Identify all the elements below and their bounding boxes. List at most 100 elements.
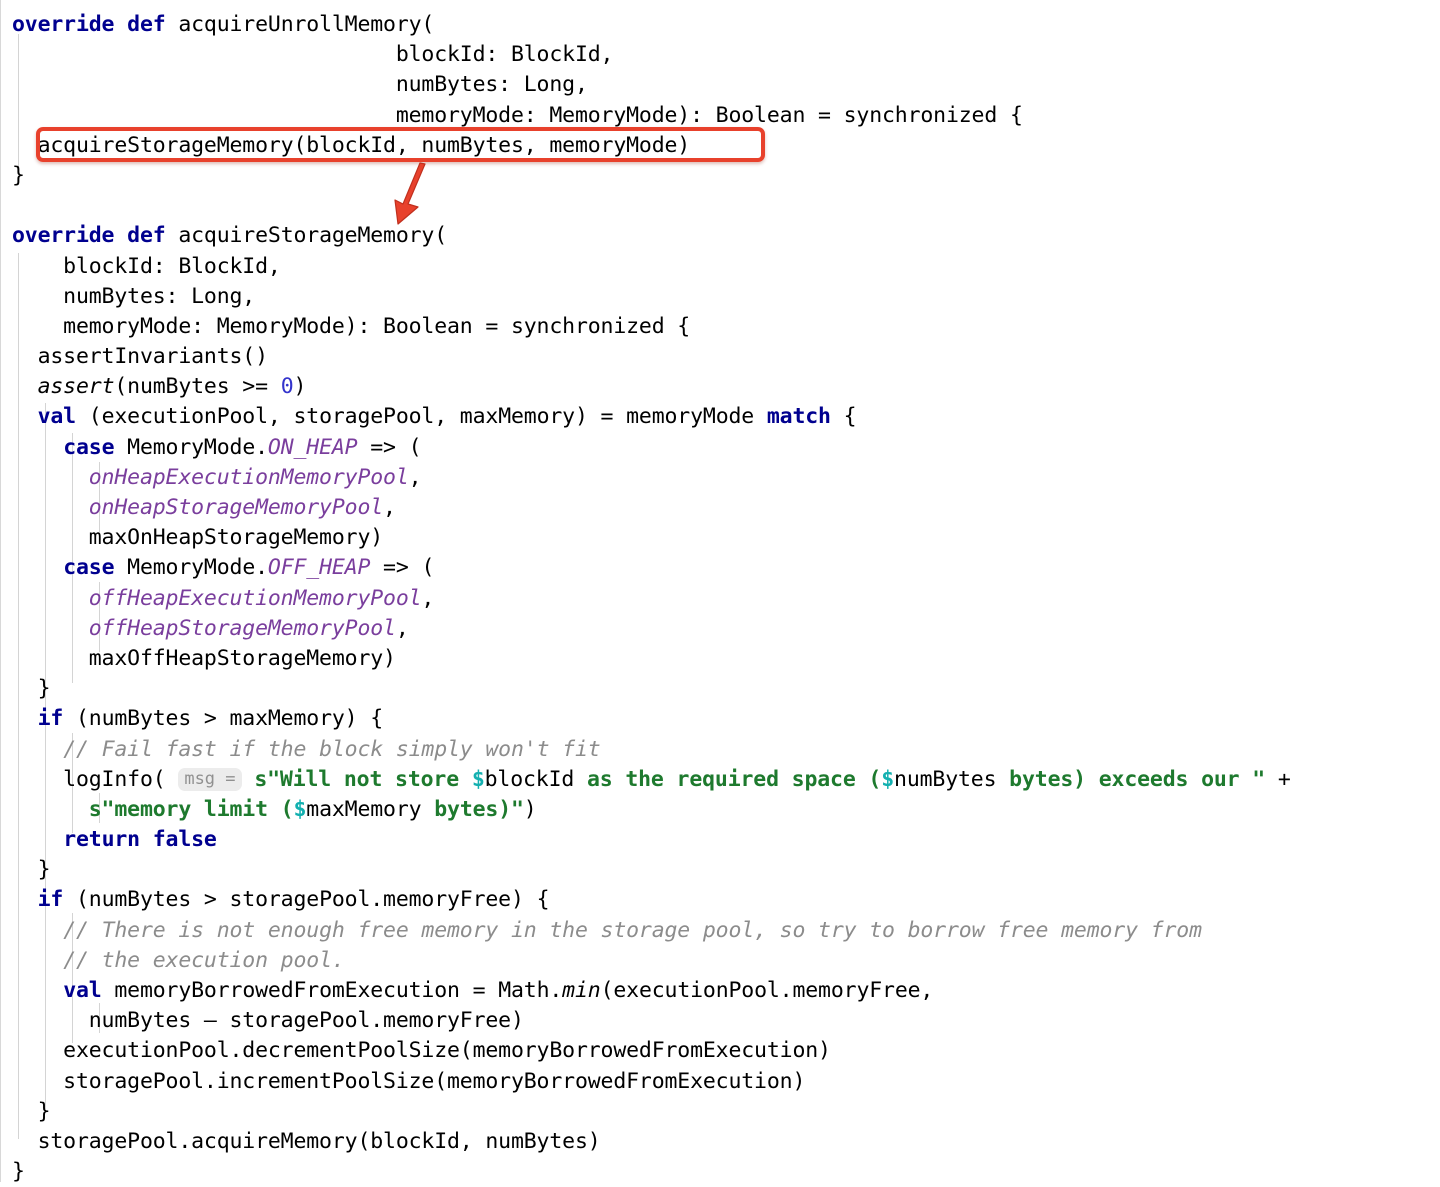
code-token-plain: MemoryMode. bbox=[114, 434, 268, 460]
code-line[interactable]: case MemoryMode.ON_HEAP => ( bbox=[12, 433, 1440, 463]
code-token-plain: assertInvariants() bbox=[12, 344, 268, 370]
code-line[interactable]: val memoryBorrowedFromExecution = Math.m… bbox=[12, 976, 1440, 1006]
code-line[interactable]: onHeapStorageMemoryPool, bbox=[12, 493, 1440, 523]
code-line[interactable]: // There is not enough free memory in th… bbox=[12, 916, 1440, 946]
code-line[interactable]: logInfo( msg = s"Will not store $blockId… bbox=[12, 765, 1440, 795]
code-line[interactable]: storagePool.incrementPoolSize(memoryBorr… bbox=[12, 1067, 1440, 1097]
code-token-plain: , bbox=[395, 615, 409, 641]
code-token-plain: acquireStorageMemory( bbox=[165, 223, 448, 249]
code-line[interactable]: val (executionPool, storagePool, maxMemo… bbox=[12, 402, 1440, 432]
code-line[interactable]: offHeapExecutionMemoryPool, bbox=[12, 584, 1440, 614]
code-token-static: assert bbox=[37, 374, 115, 400]
code-token-field: ON_HEAP bbox=[267, 434, 358, 460]
code-token-kw: def bbox=[127, 223, 166, 249]
code-line[interactable]: maxOffHeapStorageMemory) bbox=[12, 644, 1440, 674]
code-line[interactable]: offHeapStorageMemoryPool, bbox=[12, 614, 1440, 644]
code-token-kw: case bbox=[63, 555, 115, 581]
code-line[interactable]: executionPool.decrementPoolSize(memoryBo… bbox=[12, 1036, 1440, 1066]
code-token-str: bytes)" bbox=[421, 796, 524, 822]
code-line[interactable] bbox=[12, 191, 1440, 221]
code-editor-pane[interactable]: override def acquireUnrollMemory( blockI… bbox=[0, 0, 1440, 1184]
code-line[interactable]: maxOnHeapStorageMemory) bbox=[12, 523, 1440, 553]
code-line[interactable]: storagePool.acquireMemory(blockId, numBy… bbox=[12, 1127, 1440, 1157]
code-line[interactable]: case MemoryMode.OFF_HEAP => ( bbox=[12, 553, 1440, 583]
code-line[interactable]: memoryMode: MemoryMode): Boolean = synch… bbox=[12, 101, 1440, 131]
code-token-kw: override bbox=[12, 223, 115, 249]
code-token-plain: , bbox=[408, 464, 422, 490]
code-token-plain: storagePool.acquireMemory(blockId, numBy… bbox=[12, 1128, 601, 1154]
code-line[interactable]: numBytes: Long, bbox=[12, 70, 1440, 100]
code-token-kw: false bbox=[152, 827, 217, 853]
code-token-field: OFF_HEAP bbox=[267, 555, 371, 581]
code-token-comment: // There is not enough free memory in th… bbox=[63, 917, 1202, 943]
code-token-plain: numBytes: Long, bbox=[12, 283, 256, 309]
code-token-plain: => ( bbox=[370, 555, 435, 581]
code-token-static: min bbox=[562, 978, 601, 1003]
code-token-kw: if bbox=[37, 887, 64, 913]
code-token-plain: numBytes — storagePool.memoryFree) bbox=[12, 1008, 524, 1034]
code-token-plain: acquireStorageMemory(blockId, numBytes, … bbox=[12, 132, 691, 158]
code-line[interactable]: return false bbox=[12, 825, 1440, 855]
code-line[interactable]: memoryMode: MemoryMode): Boolean = synch… bbox=[12, 312, 1440, 342]
code-token-str: s"Will not store bbox=[254, 766, 472, 792]
code-line[interactable]: acquireStorageMemory(blockId, numBytes, … bbox=[12, 131, 1440, 161]
code-line[interactable]: } bbox=[12, 1097, 1440, 1127]
code-line[interactable]: } bbox=[12, 161, 1440, 191]
code-token-plain: MemoryMode. bbox=[114, 555, 268, 581]
code-line[interactable]: override def acquireStorageMemory( bbox=[12, 221, 1440, 251]
code-token-plain: } bbox=[12, 1159, 25, 1185]
code-token-strvar: numBytes bbox=[894, 766, 997, 792]
code-line[interactable]: assert(numBytes >= 0) bbox=[12, 372, 1440, 402]
code-line[interactable]: // Fail fast if the block simply won't f… bbox=[12, 735, 1440, 765]
code-token-plain: storagePool.incrementPoolSize(memoryBorr… bbox=[12, 1068, 806, 1094]
code-token-plain: , bbox=[421, 585, 435, 611]
code-token-interp: $ bbox=[293, 796, 307, 822]
code-token-field: onHeapExecutionMemoryPool bbox=[88, 464, 409, 490]
code-line[interactable]: } bbox=[12, 1157, 1440, 1187]
code-line[interactable]: s"memory limit ($maxMemory bytes)") bbox=[12, 795, 1440, 825]
code-token-plain: acquireUnrollMemory( bbox=[165, 12, 435, 37]
code-line[interactable]: numBytes — storagePool.memoryFree) bbox=[12, 1006, 1440, 1036]
code-lines-container[interactable]: override def acquireUnrollMemory( blockI… bbox=[0, 10, 1440, 1187]
code-token-str: bytes) exceeds our " bbox=[996, 766, 1266, 792]
code-token-comment: // Fail fast if the block simply won't f… bbox=[63, 736, 601, 762]
code-token-kw: if bbox=[37, 706, 64, 732]
code-line[interactable]: } bbox=[12, 674, 1440, 704]
code-line[interactable]: blockId: BlockId, bbox=[12, 40, 1440, 70]
code-token-plain: (executionPool.memoryFree, bbox=[600, 978, 934, 1003]
code-token-plain: { bbox=[830, 404, 857, 430]
code-token-plain: + bbox=[1265, 766, 1291, 792]
code-token-str: s"memory limit ( bbox=[88, 796, 294, 822]
code-token-plain: (executionPool, storagePool, maxMemory) … bbox=[75, 404, 767, 430]
code-line[interactable]: } bbox=[12, 855, 1440, 885]
code-line[interactable]: if (numBytes > storagePool.memoryFree) { bbox=[12, 885, 1440, 915]
code-line[interactable]: assertInvariants() bbox=[12, 342, 1440, 372]
code-token-kw: val bbox=[37, 404, 77, 430]
code-line[interactable]: blockId: BlockId, bbox=[12, 252, 1440, 282]
code-line[interactable]: override def acquireUnrollMemory( bbox=[12, 10, 1440, 40]
code-token-strvar: blockId bbox=[484, 766, 575, 792]
code-token-str: as the required space ( bbox=[574, 766, 882, 792]
code-token-plain: blockId: BlockId, bbox=[12, 42, 614, 68]
code-token-field: offHeapExecutionMemoryPool bbox=[88, 585, 422, 611]
code-token-plain: => ( bbox=[357, 434, 422, 460]
code-line[interactable]: numBytes: Long, bbox=[12, 282, 1440, 312]
code-line[interactable]: onHeapExecutionMemoryPool, bbox=[12, 463, 1440, 493]
code-token-kw: def bbox=[127, 12, 166, 37]
code-token-plain: maxOffHeapStorageMemory) bbox=[12, 645, 396, 671]
code-line[interactable]: // the execution pool. bbox=[12, 946, 1440, 976]
code-token-plain: (numBytes > storagePool.memoryFree) { bbox=[63, 887, 550, 913]
code-line[interactable]: if (numBytes > maxMemory) { bbox=[12, 704, 1440, 734]
